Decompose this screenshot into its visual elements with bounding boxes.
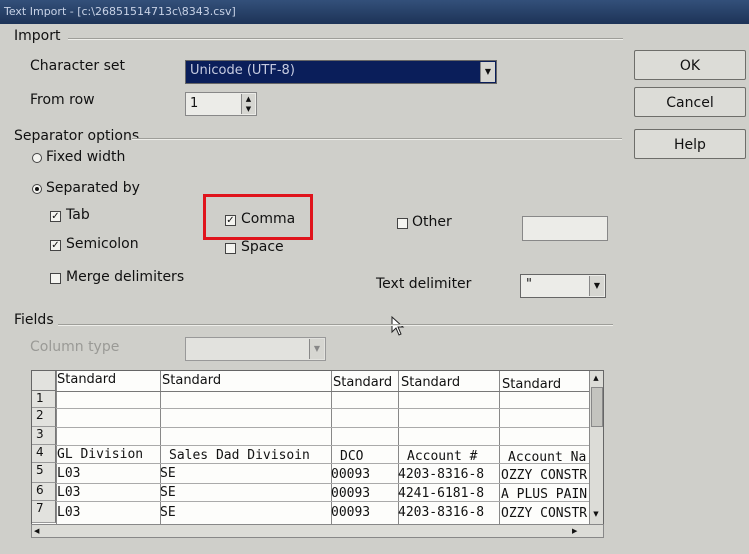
table-cell: OZZY CONSTR [501, 506, 588, 521]
import-section-label: Import [14, 28, 61, 44]
preview-grid[interactable]: Standard Standard Standard Standard Stan… [31, 370, 604, 538]
separated-by-radio[interactable] [32, 184, 42, 194]
grid-corner [32, 371, 56, 391]
column-header[interactable]: Standard [502, 377, 588, 392]
table-cell: L03 [57, 466, 81, 481]
title-bar: Text Import - [c:\26851514713c\8343.csv] [0, 0, 749, 24]
row-divider [32, 445, 592, 446]
fields-divider [58, 324, 613, 326]
row-number: 6 [32, 483, 56, 501]
vertical-scrollbar[interactable]: ▲ ▼ [589, 371, 603, 537]
table-cell: 00093 [331, 467, 371, 482]
row-number: 1 [32, 391, 56, 408]
table-cell: Account Na [508, 450, 587, 465]
separated-by-label: Separated by [46, 180, 140, 196]
chevron-down-icon[interactable]: ▼ [309, 339, 324, 359]
merge-delimiters-label: Merge delimiters [66, 269, 185, 285]
text-import-dialog: Text Import - [c:\26851514713c\8343.csv]… [0, 0, 749, 554]
mouse-cursor-icon [391, 316, 405, 336]
row-divider [32, 391, 592, 392]
character-set-dropdown[interactable]: Unicode (UTF-8) ▼ [185, 60, 497, 84]
horizontal-scrollbar[interactable]: ◀ ▶ [31, 524, 604, 538]
chevron-down-icon[interactable]: ▼ [480, 62, 495, 82]
table-cell: L03 [57, 485, 81, 500]
table-cell: 00093 [331, 486, 371, 501]
semicolon-checkbox[interactable]: ✓ [50, 240, 61, 251]
text-delimiter-label: Text delimiter [376, 276, 472, 292]
row-number: 4 [32, 445, 56, 463]
table-cell: 4203-8316-8 [398, 467, 485, 482]
column-header[interactable]: Standard [401, 375, 497, 390]
separator-options-label: Separator options [14, 128, 140, 144]
row-number: 7 [32, 501, 56, 523]
stepper-arrows-icon[interactable]: ▲ ▼ [241, 94, 255, 114]
text-delimiter-value: " [526, 277, 532, 292]
column-header[interactable]: Standard [333, 375, 397, 390]
table-cell: DCO [340, 449, 364, 464]
column-header[interactable]: Standard [57, 372, 157, 387]
tab-checkbox[interactable]: ✓ [50, 211, 61, 222]
table-cell: Sales Dad Divisoin [169, 448, 310, 463]
table-cell: SE [160, 505, 176, 520]
other-checkbox[interactable] [397, 218, 408, 229]
scroll-left-icon[interactable]: ◀ [34, 526, 39, 536]
row-number: 5 [32, 463, 56, 483]
fixed-width-label: Fixed width [46, 149, 126, 165]
fields-section-label: Fields [14, 312, 54, 328]
row-divider [32, 483, 592, 484]
character-set-value: Unicode (UTF-8) [190, 63, 295, 78]
table-cell: 00093 [331, 505, 371, 520]
row-divider [32, 427, 592, 428]
semicolon-label: Semicolon [66, 236, 139, 252]
help-button[interactable]: Help [634, 129, 746, 159]
space-checkbox[interactable] [225, 243, 236, 254]
table-cell: OZZY CONSTR [501, 468, 588, 483]
row-divider [32, 408, 592, 409]
from-row-value: 1 [190, 96, 199, 111]
row-number: 2 [32, 408, 56, 427]
row-number: 3 [32, 427, 56, 445]
from-row-stepper[interactable]: 1 ▲ ▼ [185, 92, 257, 116]
chevron-down-icon[interactable]: ▼ [589, 276, 604, 296]
table-cell: A PLUS PAIN [501, 487, 588, 502]
space-label: Space [241, 239, 284, 255]
table-cell: L03 [57, 505, 81, 520]
other-input[interactable] [522, 216, 608, 241]
from-row-label: From row [30, 92, 95, 108]
column-type-label: Column type [30, 339, 120, 355]
comma-highlight-box [203, 194, 313, 240]
scroll-down-icon[interactable]: ▼ [591, 509, 601, 519]
ok-button[interactable]: OK [634, 50, 746, 80]
character-set-label: Character set [30, 58, 125, 74]
column-type-dropdown[interactable]: ▼ [185, 337, 326, 361]
scroll-right-icon[interactable]: ▶ [572, 526, 577, 536]
table-cell: SE [160, 466, 176, 481]
merge-delimiters-checkbox[interactable] [50, 273, 61, 284]
table-cell: 4241-6181-8 [398, 486, 485, 501]
table-cell: 4203-8316-8 [398, 505, 485, 520]
fixed-width-radio[interactable] [32, 153, 42, 163]
separator-divider [132, 138, 622, 140]
text-delimiter-dropdown[interactable]: " ▼ [520, 274, 606, 298]
tab-label: Tab [66, 207, 90, 223]
table-cell: GL Division [57, 447, 144, 462]
import-divider [68, 38, 623, 40]
column-divider [499, 371, 500, 537]
table-cell: SE [160, 485, 176, 500]
scroll-up-icon[interactable]: ▲ [591, 373, 601, 383]
cancel-button[interactable]: Cancel [634, 87, 746, 117]
column-header[interactable]: Standard [162, 373, 327, 388]
table-cell: Account # [407, 449, 478, 464]
scrollbar-thumb[interactable] [591, 387, 603, 427]
other-label: Other [412, 214, 452, 230]
